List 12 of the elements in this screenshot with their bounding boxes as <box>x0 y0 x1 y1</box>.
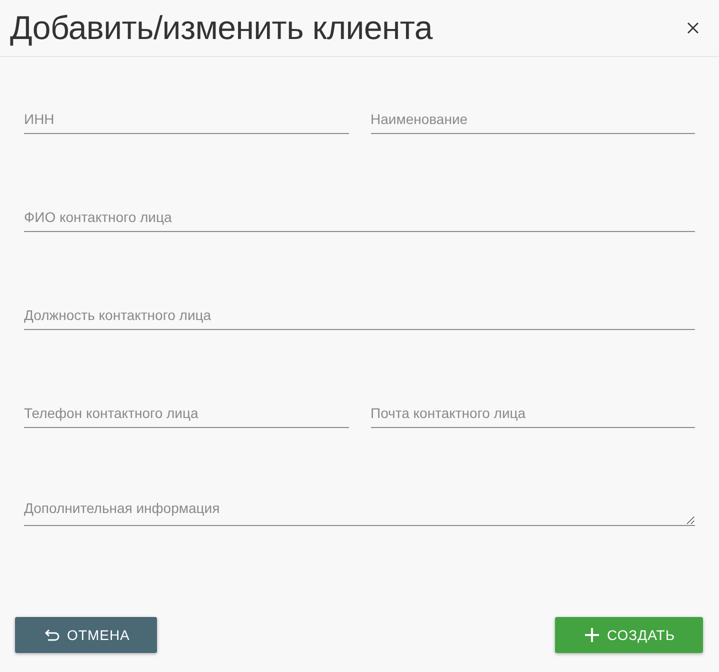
input-field[interactable]: Наименование <box>370 104 695 134</box>
input-field[interactable]: Телефон контактного лица <box>24 398 348 428</box>
cancel-button[interactable]: ОТМЕНА <box>15 617 157 653</box>
text-area[interactable]: Дополнительная информация <box>24 496 695 526</box>
dialog-title: Добавить/изменить клиента <box>10 9 432 47</box>
plus-icon <box>582 626 601 644</box>
input-field[interactable]: Должность контактного лица <box>24 300 695 330</box>
input-field[interactable]: ФИО контактного лица <box>24 202 695 232</box>
input-field[interactable]: Почта контактного лица <box>370 398 695 428</box>
create-button[interactable]: СОЗДАТЬ <box>555 617 703 653</box>
close-icon[interactable] <box>687 22 699 34</box>
input-field[interactable]: ИНН <box>24 104 348 134</box>
